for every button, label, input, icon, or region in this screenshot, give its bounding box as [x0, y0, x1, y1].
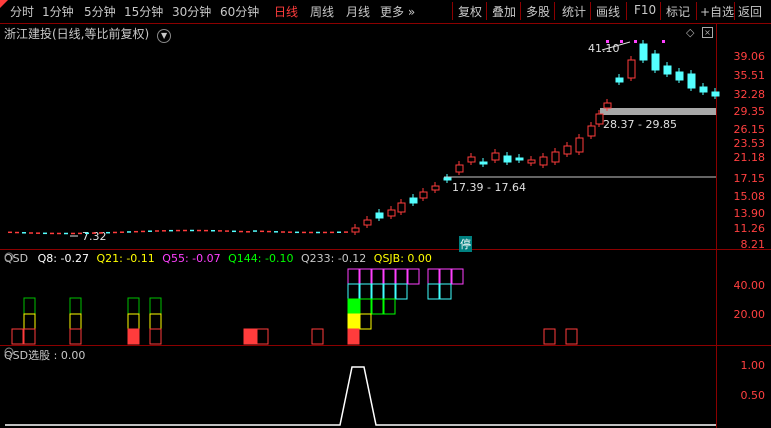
qsd-block	[149, 297, 162, 315]
candle-body	[539, 156, 548, 166]
candle-body	[595, 113, 604, 125]
qsd-block	[149, 313, 162, 330]
candle-body	[615, 77, 624, 83]
candle-body	[663, 65, 672, 75]
qsd-block	[383, 298, 396, 315]
candle-body	[455, 164, 464, 173]
candle-body	[491, 152, 500, 161]
qsd-block	[69, 328, 82, 345]
qsd-block	[23, 297, 36, 315]
qsd-block	[359, 298, 372, 315]
candle-body	[479, 161, 488, 165]
qsd-block	[371, 298, 384, 315]
qsd-block	[127, 313, 140, 330]
candle-body	[515, 157, 524, 161]
qsd-block	[11, 328, 24, 345]
chart-canvas[interactable]	[0, 0, 771, 428]
qsd-block	[383, 283, 396, 300]
qsd-block	[451, 268, 464, 285]
qsd-block	[127, 297, 140, 315]
signal-dot	[634, 40, 637, 43]
qsd-block	[543, 328, 556, 345]
candle-body	[443, 177, 452, 181]
candle-body	[587, 125, 596, 137]
candle-body	[675, 71, 684, 81]
signal-dot	[606, 40, 609, 43]
qsd-block	[127, 328, 140, 345]
candle-body	[639, 43, 648, 61]
qsd-block	[371, 268, 384, 285]
candle-body	[409, 197, 418, 204]
candle-body	[363, 219, 372, 226]
candle-body	[431, 185, 440, 191]
candle-body	[563, 145, 572, 155]
signal-dot	[620, 40, 623, 43]
qsd-block	[371, 283, 384, 300]
qsd-block	[23, 328, 36, 345]
candle-body	[627, 59, 636, 79]
qsd-block	[427, 283, 440, 300]
qsd-block	[149, 328, 162, 345]
candle-body	[351, 227, 360, 233]
qsd-block	[69, 313, 82, 330]
candle-body	[687, 73, 696, 89]
qsd-block	[395, 283, 408, 300]
qsd-block	[359, 268, 372, 285]
select-toggle-icon	[4, 347, 14, 357]
qsd-block	[347, 328, 360, 345]
qsd-toggle-icon	[4, 252, 14, 262]
range-band	[600, 108, 716, 115]
qsd-block	[69, 297, 82, 315]
candle-body	[503, 155, 512, 163]
qsd-block	[383, 268, 396, 285]
candle-body	[551, 151, 560, 163]
qsd-block	[565, 328, 578, 345]
qsd-block	[347, 313, 360, 330]
qsd-block	[359, 283, 372, 300]
candle-body	[711, 91, 720, 97]
candle-body	[603, 102, 612, 109]
candle-body	[375, 212, 384, 219]
qsd-block	[347, 283, 360, 300]
qsd-block	[243, 328, 258, 345]
candle-body	[387, 209, 396, 217]
qsd-block	[23, 313, 36, 330]
candle-body	[575, 137, 584, 153]
select-signal-line	[5, 366, 716, 426]
qsd-block	[427, 268, 440, 285]
qsd-block	[311, 328, 324, 345]
qsd-block	[407, 268, 420, 285]
qsd-block	[439, 268, 452, 285]
qsd-block	[347, 298, 360, 315]
qsd-block	[347, 268, 360, 285]
qsd-block	[439, 283, 452, 300]
candle-body	[467, 156, 476, 163]
qsd-block	[395, 268, 408, 285]
high-arrow	[601, 41, 631, 51]
candle-body	[397, 202, 406, 213]
candle-body	[527, 159, 536, 164]
candle-body	[699, 86, 708, 93]
candle-body	[419, 191, 428, 199]
qsd-block	[359, 313, 372, 330]
qsd-block	[256, 328, 269, 345]
signal-dot	[662, 40, 665, 43]
candle-body	[651, 53, 660, 71]
